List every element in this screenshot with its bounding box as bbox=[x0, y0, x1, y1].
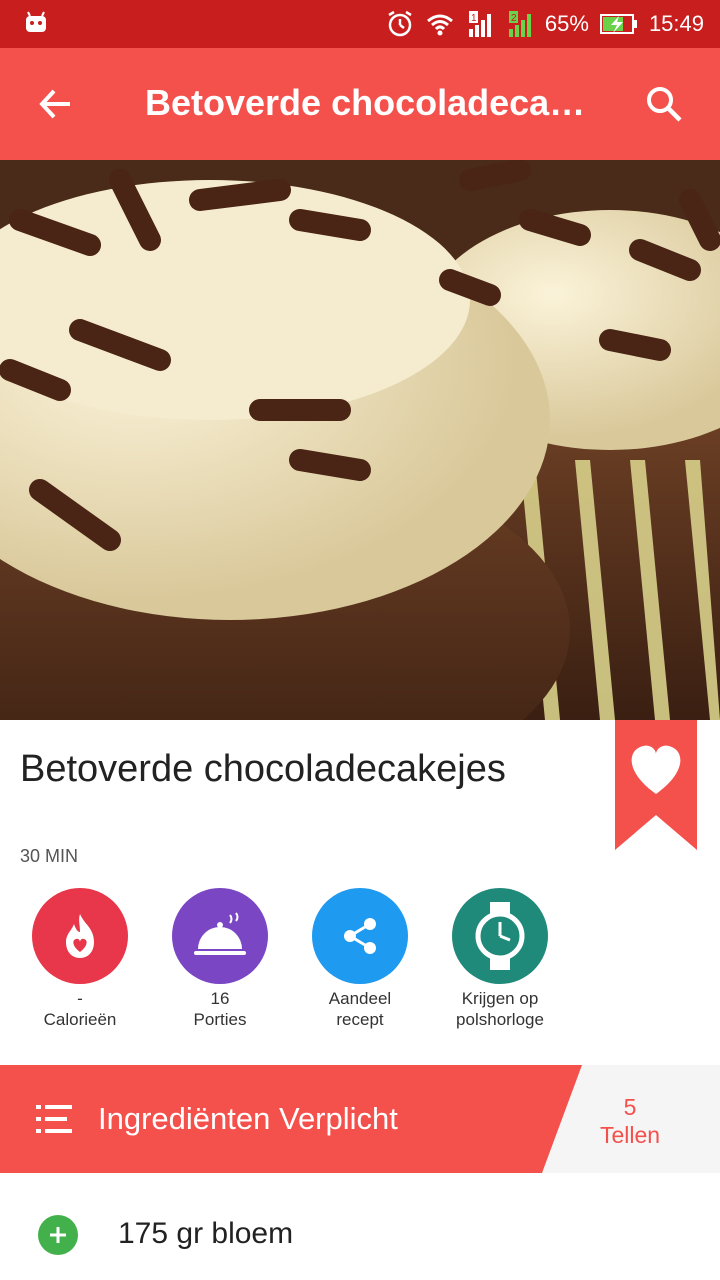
signal-sim1-icon: 1 bbox=[468, 11, 491, 37]
signal-sim2-icon: 2 bbox=[508, 11, 531, 37]
ingredients-count-value: 5 bbox=[623, 1094, 637, 1120]
favorite-bookmark-icon[interactable] bbox=[615, 720, 697, 850]
ingredients-header: Ingrediënten Verplicht 5 Tellen bbox=[0, 1065, 720, 1173]
plus-icon bbox=[50, 1227, 66, 1243]
share-label-line1: Aandeel bbox=[328, 989, 392, 1008]
battery-percent: 65% bbox=[544, 11, 589, 36]
wifi-icon bbox=[426, 14, 453, 36]
servings-action[interactable]: 16 Porties bbox=[150, 888, 290, 1030]
watch-action[interactable]: Krijgen op polshorloge bbox=[430, 888, 570, 1030]
list-icon bbox=[36, 1105, 72, 1133]
share-label-line2: recept bbox=[336, 1010, 384, 1029]
cloche-icon bbox=[172, 888, 268, 984]
share-icon bbox=[312, 888, 408, 984]
status-bar: 1 2 65% 15:49 bbox=[0, 0, 720, 48]
ingredients-count: 5 Tellen bbox=[580, 1093, 680, 1149]
notification-icon bbox=[26, 11, 46, 32]
recipe-actions: - Calorieën 16 Porties Aandeel recept Kr… bbox=[0, 888, 720, 1058]
ingredient-text: 175 gr bloem bbox=[118, 1217, 294, 1250]
svg-text:1: 1 bbox=[471, 13, 477, 24]
watch-label-line2: polshorloge bbox=[456, 1010, 544, 1029]
clock: 15:49 bbox=[648, 11, 704, 36]
ingredients-title: Ingrediënten Verplicht bbox=[98, 1101, 398, 1136]
add-ingredient-button[interactable] bbox=[38, 1215, 78, 1255]
servings-value: 16 bbox=[210, 989, 230, 1008]
flame-heart-icon bbox=[32, 888, 128, 984]
calories-label: Calorieën bbox=[43, 1010, 117, 1029]
share-action[interactable]: Aandeel recept bbox=[290, 888, 430, 1030]
ingredients-count-label: Tellen bbox=[599, 1122, 661, 1148]
svg-text:2: 2 bbox=[511, 13, 517, 24]
recipe-title: Betoverde chocoladecakejes bbox=[20, 748, 506, 790]
app-bar: Betoverde chocoladecakejes bbox=[0, 48, 720, 160]
calories-action[interactable]: - Calorieën bbox=[10, 888, 150, 1030]
recipe-time: 30 MIN bbox=[20, 846, 79, 866]
page-title: Betoverde chocoladecakejes bbox=[145, 82, 595, 123]
search-icon[interactable] bbox=[644, 84, 684, 124]
list-item: 175 gr bloem bbox=[0, 1173, 720, 1280]
calories-value: - bbox=[77, 989, 83, 1008]
watch-label-line1: Krijgen op bbox=[461, 989, 539, 1008]
servings-label: Porties bbox=[193, 1010, 247, 1029]
alarm-icon bbox=[388, 10, 412, 37]
back-arrow-icon[interactable] bbox=[36, 84, 76, 124]
watch-icon bbox=[452, 888, 548, 984]
recipe-info: Betoverde chocoladecakejes 30 MIN - Calo… bbox=[0, 720, 720, 1065]
battery-charging-icon bbox=[599, 14, 637, 34]
recipe-image bbox=[0, 160, 720, 720]
